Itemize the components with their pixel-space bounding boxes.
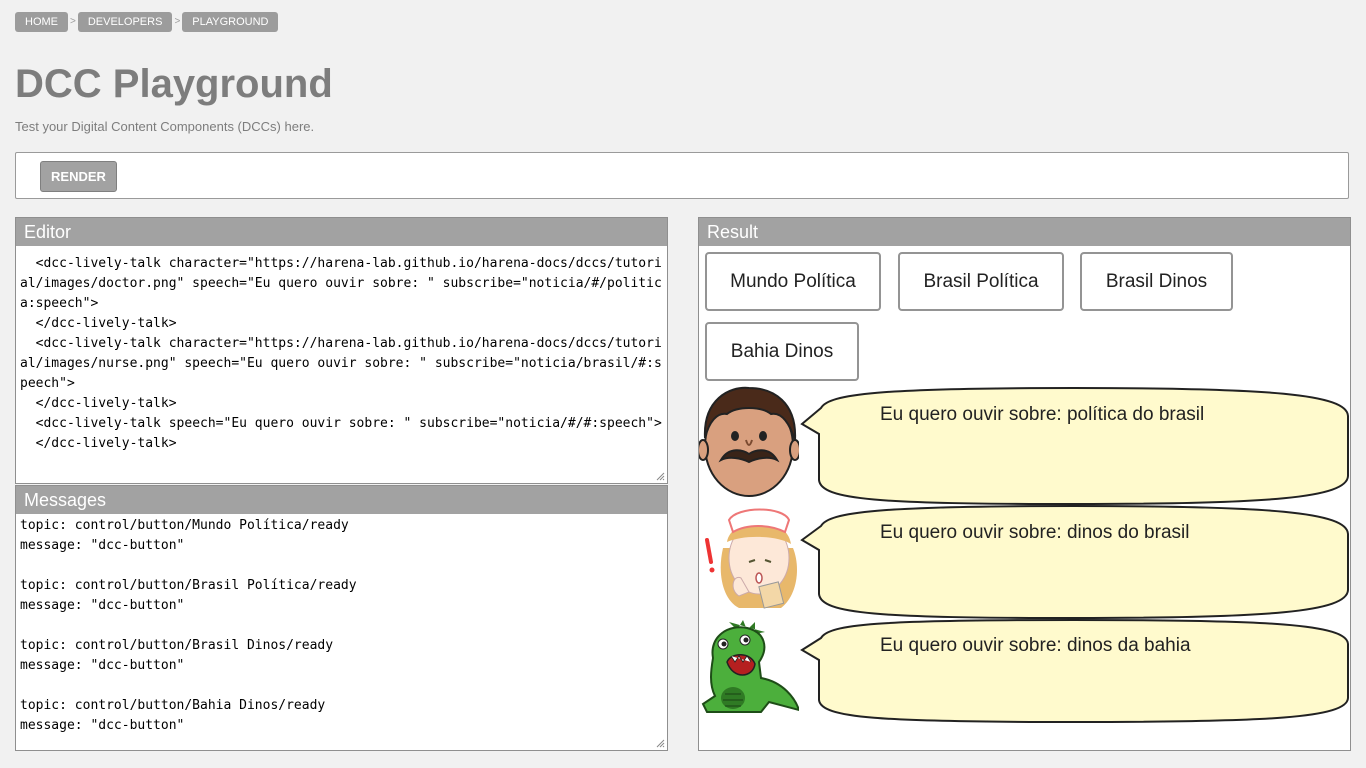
lively-talk: Eu quero ouvir sobre: dinos da bahia <box>699 618 1350 724</box>
editor-line: </dcc-lively-talk> <box>20 436 177 451</box>
message-body: message: "dcc-button" <box>20 538 185 553</box>
breadcrumb-home[interactable]: HOME <box>15 12 68 32</box>
breadcrumb-separator: > <box>174 16 181 27</box>
page-subtitle: Test your Digital Content Components (DC… <box>15 119 315 134</box>
breadcrumb-playground[interactable]: PLAYGROUND <box>182 12 279 32</box>
messages-panel: Messages topic: control/button/Mundo Pol… <box>15 485 668 751</box>
editor-line: <dcc-lively-talk character="https://hare… <box>20 256 662 311</box>
speech-text: Eu quero ouvir sobre: política do brasil <box>880 404 1205 425</box>
doctor-icon <box>699 386 799 497</box>
nurse-icon <box>705 508 797 609</box>
resize-handle-icon[interactable] <box>655 738 665 748</box>
breadcrumb-developers[interactable]: DEVELOPERS <box>77 12 173 32</box>
lively-talk: Eu quero ouvir sobre: dinos do brasil <box>699 504 1350 620</box>
messages-header: Messages <box>16 486 667 514</box>
message-topic: topic: control/button/Brasil Dinos/ready <box>20 638 334 653</box>
message-body: message: "dcc-button" <box>20 658 185 673</box>
editor-panel: Editor <dcc-lively-talk character="https… <box>15 217 668 484</box>
editor-line: </dcc-lively-talk> <box>20 316 177 331</box>
speech-text: Eu quero ouvir sobre: dinos do brasil <box>880 522 1190 543</box>
editor-textarea[interactable]: <dcc-lively-talk character="https://hare… <box>16 246 667 454</box>
editor-line: <dcc-lively-talk character="https://hare… <box>20 336 662 391</box>
breadcrumb-separator: > <box>70 16 76 27</box>
editor-line: </dcc-lively-talk> <box>20 396 177 411</box>
message-topic: topic: control/button/Mundo Política/rea… <box>20 518 349 533</box>
speech-text: Eu quero ouvir sobre: dinos da bahia <box>880 635 1191 656</box>
brasil-dinos-button[interactable]: Brasil Dinos <box>1080 252 1233 311</box>
message-body: message: "dcc-button" <box>20 598 185 613</box>
message-body: message: "dcc-button" <box>20 718 185 733</box>
bahia-dinos-button[interactable]: Bahia Dinos <box>705 322 859 381</box>
message-topic: topic: control/button/Bahia Dinos/ready <box>20 698 326 713</box>
resize-handle-icon[interactable] <box>655 471 665 481</box>
message-topic: topic: control/button/Brasil Política/re… <box>20 578 357 593</box>
result-panel: Result Mundo Política Brasil Política Br… <box>698 217 1351 751</box>
speech-bubble <box>800 618 1349 724</box>
editor-line: <dcc-lively-talk speech="Eu quero ouvir … <box>20 416 662 431</box>
lively-talk: Eu quero ouvir sobre: política do brasil <box>699 386 1350 506</box>
breadcrumb: HOME > DEVELOPERS > PLAYGROUND <box>15 12 279 32</box>
brasil-politica-button[interactable]: Brasil Política <box>898 252 1064 311</box>
result-header: Result <box>699 218 1350 246</box>
toolbar: RENDER <box>15 152 1349 199</box>
mundo-politica-button[interactable]: Mundo Política <box>705 252 881 311</box>
dino-icon <box>701 620 799 713</box>
render-button[interactable]: RENDER <box>40 161 117 192</box>
messages-textarea[interactable]: topic: control/button/Mundo Política/rea… <box>16 514 667 736</box>
editor-header: Editor <box>16 218 667 246</box>
page-title: DCC Playground <box>15 62 333 106</box>
